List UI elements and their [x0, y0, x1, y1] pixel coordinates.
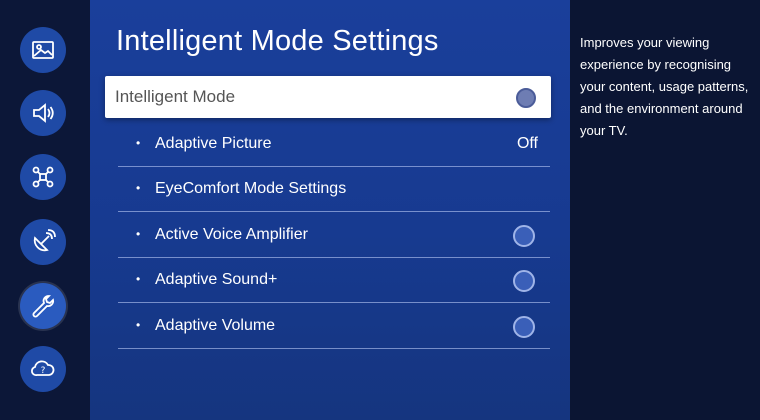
menu-item-label: Adaptive Sound+: [155, 271, 278, 288]
adaptive-picture-value: Off: [516, 135, 538, 152]
menu-item-adaptive-picture[interactable]: • Adaptive Picture Off: [118, 122, 550, 167]
adaptive-sound-toggle[interactable]: [513, 270, 535, 292]
sidebar: ?: [0, 0, 90, 420]
svg-text:?: ?: [41, 366, 46, 376]
intelligent-mode-label: Intelligent Mode: [115, 87, 236, 106]
bullet-icon: •: [136, 227, 141, 241]
network-icon[interactable]: [20, 154, 66, 200]
settings-panel: Intelligent Mode Settings Intelligent Mo…: [90, 0, 570, 420]
adaptive-volume-toggle[interactable]: [513, 316, 535, 338]
menu-item-eyecomfort[interactable]: • EyeComfort Mode Settings: [118, 167, 550, 212]
bullet-icon: •: [136, 181, 141, 195]
menu-item-label: Active Voice Amplifier: [155, 226, 308, 243]
menu-item-label: Adaptive Picture: [155, 135, 272, 152]
picture-icon[interactable]: [20, 27, 66, 73]
page-title: Intelligent Mode Settings: [116, 25, 439, 57]
wrench-icon[interactable]: [20, 283, 66, 329]
menu-item-active-voice-amplifier[interactable]: • Active Voice Amplifier: [118, 213, 550, 258]
bullet-icon: •: [136, 136, 141, 150]
active-voice-amplifier-toggle[interactable]: [513, 225, 535, 247]
help-description: Improves your viewing experience by reco…: [580, 35, 749, 138]
intelligent-mode-toggle[interactable]: [516, 88, 536, 108]
menu-item-label: EyeComfort Mode Settings: [155, 180, 347, 197]
satellite-dish-icon[interactable]: [20, 219, 66, 265]
menu-item-label: Adaptive Volume: [155, 317, 276, 334]
speaker-icon[interactable]: [20, 90, 66, 136]
menu-item-adaptive-sound[interactable]: • Adaptive Sound+: [118, 258, 550, 303]
bullet-icon: •: [136, 272, 141, 286]
help-cloud-icon[interactable]: ?: [20, 346, 66, 392]
bullet-icon: •: [136, 318, 141, 332]
menu-item-adaptive-volume[interactable]: • Adaptive Volume: [118, 304, 550, 349]
intelligent-mode-row[interactable]: Intelligent Mode: [105, 76, 551, 118]
